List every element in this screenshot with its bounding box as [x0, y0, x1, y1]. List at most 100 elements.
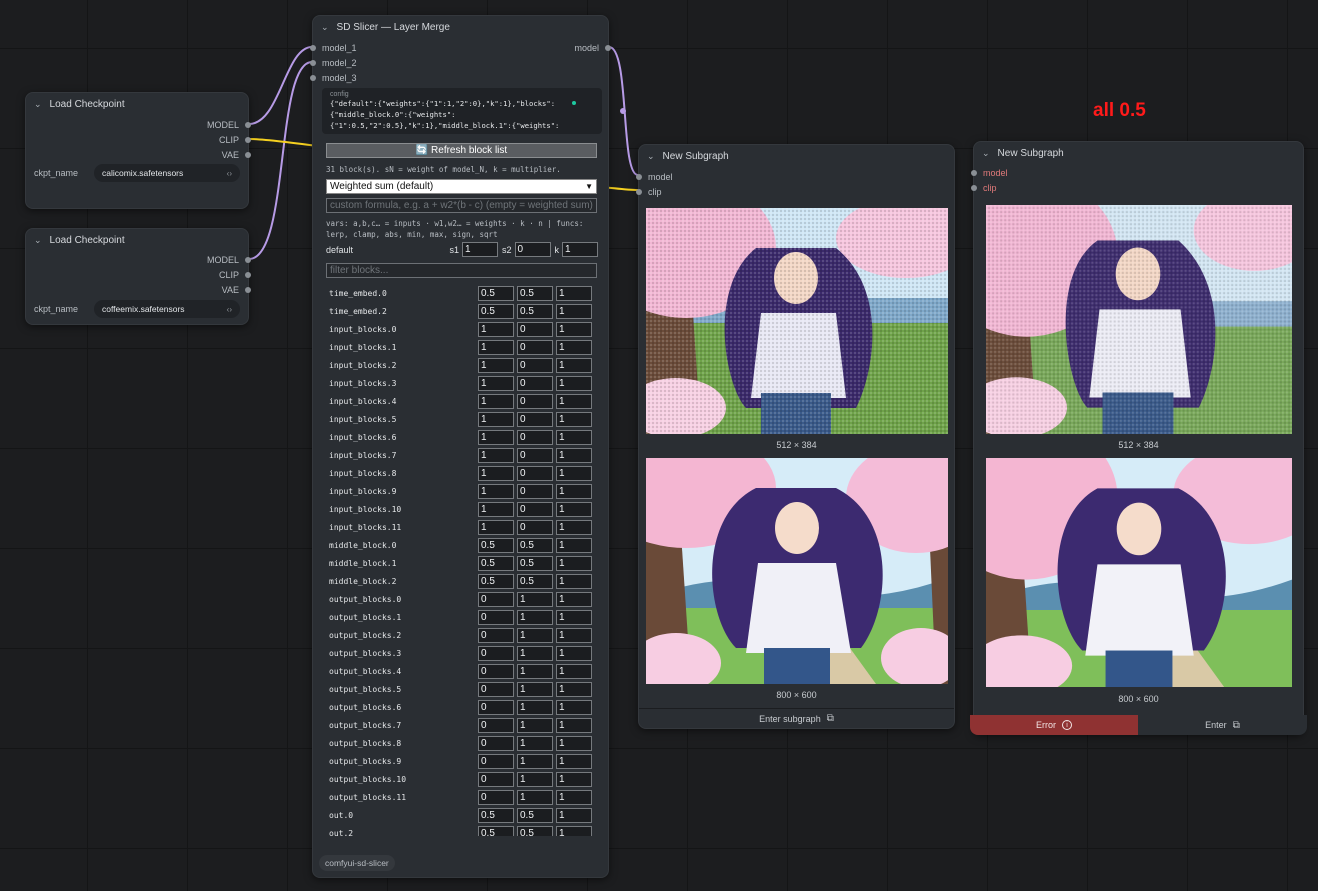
sd-slicer-node[interactable]: ⌄ SD Slicer — Layer Merge model_1 model_2… [310, 15, 611, 878]
block-s2-input[interactable]: 1 [517, 592, 553, 607]
block-k-input[interactable]: 1 [556, 556, 592, 571]
custom-formula-input[interactable]: custom formula, e.g. a + w2*(b - c) (emp… [326, 198, 597, 213]
block-s2-input[interactable]: 0 [517, 430, 553, 445]
block-k-input[interactable]: 1 [556, 538, 592, 553]
block-s1-input[interactable]: 1 [478, 376, 514, 391]
block-s2-input[interactable]: 0.5 [517, 286, 553, 301]
enter-subgraph-button[interactable]: Enter subgraph ⧉ [639, 708, 954, 728]
refresh-block-list-button[interactable]: 🔄 Refresh block list [326, 143, 597, 158]
block-s2-input[interactable]: 0 [517, 502, 553, 517]
config-textarea[interactable]: config {"default":{"weights":{"1":1,"2":… [322, 88, 602, 134]
block-s2-input[interactable]: 0 [517, 466, 553, 481]
default-k-input[interactable]: 1 [562, 242, 598, 257]
block-s2-input[interactable]: 0 [517, 484, 553, 499]
block-s1-input[interactable]: 1 [478, 520, 514, 535]
error-button[interactable]: Error i [970, 715, 1138, 735]
block-s1-input[interactable]: 0 [478, 754, 514, 769]
collapse-chevron-icon[interactable]: ⌄ [982, 148, 990, 159]
block-s2-input[interactable]: 0.5 [517, 538, 553, 553]
block-k-input[interactable]: 1 [556, 484, 592, 499]
block-k-input[interactable]: 1 [556, 628, 592, 643]
block-s2-input[interactable]: 0 [517, 448, 553, 463]
block-k-input[interactable]: 1 [556, 646, 592, 661]
block-s2-input[interactable]: 0 [517, 340, 553, 355]
block-k-input[interactable]: 1 [556, 826, 592, 836]
load-checkpoint-node-1[interactable]: ⌄ Load Checkpoint MODEL CLIP VAE ckpt_nam… [25, 92, 251, 209]
block-s1-input[interactable]: 0.5 [478, 574, 514, 589]
enter-button[interactable]: Enter ⧉ [1138, 715, 1307, 735]
block-s1-input[interactable]: 0 [478, 772, 514, 787]
block-s1-input[interactable]: 0.5 [478, 826, 514, 836]
block-s1-input[interactable]: 0 [478, 592, 514, 607]
block-k-input[interactable]: 1 [556, 430, 592, 445]
block-k-input[interactable]: 1 [556, 718, 592, 733]
block-k-input[interactable]: 1 [556, 286, 592, 301]
block-s2-input[interactable]: 0 [517, 322, 553, 337]
block-s1-input[interactable]: 1 [478, 430, 514, 445]
input-clip-slot[interactable] [971, 184, 977, 191]
block-s2-input[interactable]: 1 [517, 736, 553, 751]
input-model-3-slot[interactable] [310, 74, 316, 81]
block-s1-input[interactable]: 0 [478, 610, 514, 625]
block-k-input[interactable]: 1 [556, 412, 592, 427]
block-s1-input[interactable]: 0 [478, 664, 514, 679]
input-model-2-slot[interactable] [310, 59, 316, 66]
default-s1-input[interactable]: 1 [461, 242, 498, 257]
block-s1-input[interactable]: 1 [478, 484, 514, 499]
block-s1-input[interactable]: 0 [478, 718, 514, 733]
block-k-input[interactable]: 1 [556, 682, 592, 697]
merge-mode-select[interactable]: Weighted sum (default) ▼ [326, 179, 597, 194]
block-k-input[interactable]: 1 [556, 340, 592, 355]
block-s1-input[interactable]: 0.5 [478, 538, 514, 553]
block-s2-input[interactable]: 1 [517, 682, 553, 697]
default-s2-input[interactable]: 0 [514, 242, 551, 257]
output-vae-slot[interactable] [245, 151, 251, 158]
block-k-input[interactable]: 1 [556, 574, 592, 589]
block-s2-input[interactable]: 0 [517, 520, 553, 535]
block-s2-input[interactable]: 1 [517, 718, 553, 733]
block-k-input[interactable]: 1 [556, 502, 592, 517]
filter-blocks-input[interactable]: filter blocks... [326, 263, 597, 278]
collapse-chevron-icon[interactable]: ⌄ [647, 151, 655, 162]
block-s1-input[interactable]: 0 [478, 736, 514, 751]
block-k-input[interactable]: 1 [556, 700, 592, 715]
block-s1-input[interactable]: 1 [478, 466, 514, 481]
block-s1-input[interactable]: 1 [478, 322, 514, 337]
input-model-slot[interactable] [636, 173, 642, 180]
collapse-chevron-icon[interactable]: ⌄ [321, 22, 329, 33]
output-model-slot[interactable] [245, 256, 251, 263]
block-k-input[interactable]: 1 [556, 448, 592, 463]
block-s1-input[interactable]: 0.5 [478, 556, 514, 571]
collapse-chevron-icon[interactable]: ⌄ [34, 235, 42, 246]
block-s1-input[interactable]: 0.5 [478, 286, 514, 301]
block-s1-input[interactable]: 0.5 [478, 808, 514, 823]
block-k-input[interactable]: 1 [556, 808, 592, 823]
subgraph-node-2[interactable]: ⌄ New Subgraph model clip 512 × 384 800 … [971, 141, 1304, 735]
block-k-input[interactable]: 1 [556, 394, 592, 409]
block-s1-input[interactable]: 0 [478, 628, 514, 643]
block-s1-input[interactable]: 1 [478, 358, 514, 373]
input-model-slot[interactable] [971, 169, 977, 176]
subgraph-node-1[interactable]: ⌄ New Subgraph model clip 512 × 384 800 … [636, 144, 955, 729]
block-s1-input[interactable]: 0 [478, 682, 514, 697]
block-k-input[interactable]: 1 [556, 466, 592, 481]
block-s2-input[interactable]: 1 [517, 700, 553, 715]
block-s2-input[interactable]: 0.5 [517, 808, 553, 823]
block-k-input[interactable]: 1 [556, 610, 592, 625]
block-s1-input[interactable]: 0 [478, 646, 514, 661]
block-s2-input[interactable]: 0 [517, 376, 553, 391]
block-s2-input[interactable]: 1 [517, 628, 553, 643]
block-k-input[interactable]: 1 [556, 592, 592, 607]
block-k-input[interactable]: 1 [556, 772, 592, 787]
block-k-input[interactable]: 1 [556, 358, 592, 373]
load-checkpoint-node-2[interactable]: ⌄ Load Checkpoint MODEL CLIP VAE ckpt_nam… [25, 228, 251, 325]
block-s1-input[interactable]: 0 [478, 790, 514, 805]
input-model-1-slot[interactable] [310, 44, 316, 51]
block-k-input[interactable]: 1 [556, 376, 592, 391]
block-s2-input[interactable]: 1 [517, 754, 553, 769]
block-s2-input[interactable]: 0.5 [517, 556, 553, 571]
output-model-slot[interactable] [605, 44, 611, 51]
block-s2-input[interactable]: 1 [517, 772, 553, 787]
block-s1-input[interactable]: 1 [478, 412, 514, 427]
block-s1-input[interactable]: 0.5 [478, 304, 514, 319]
